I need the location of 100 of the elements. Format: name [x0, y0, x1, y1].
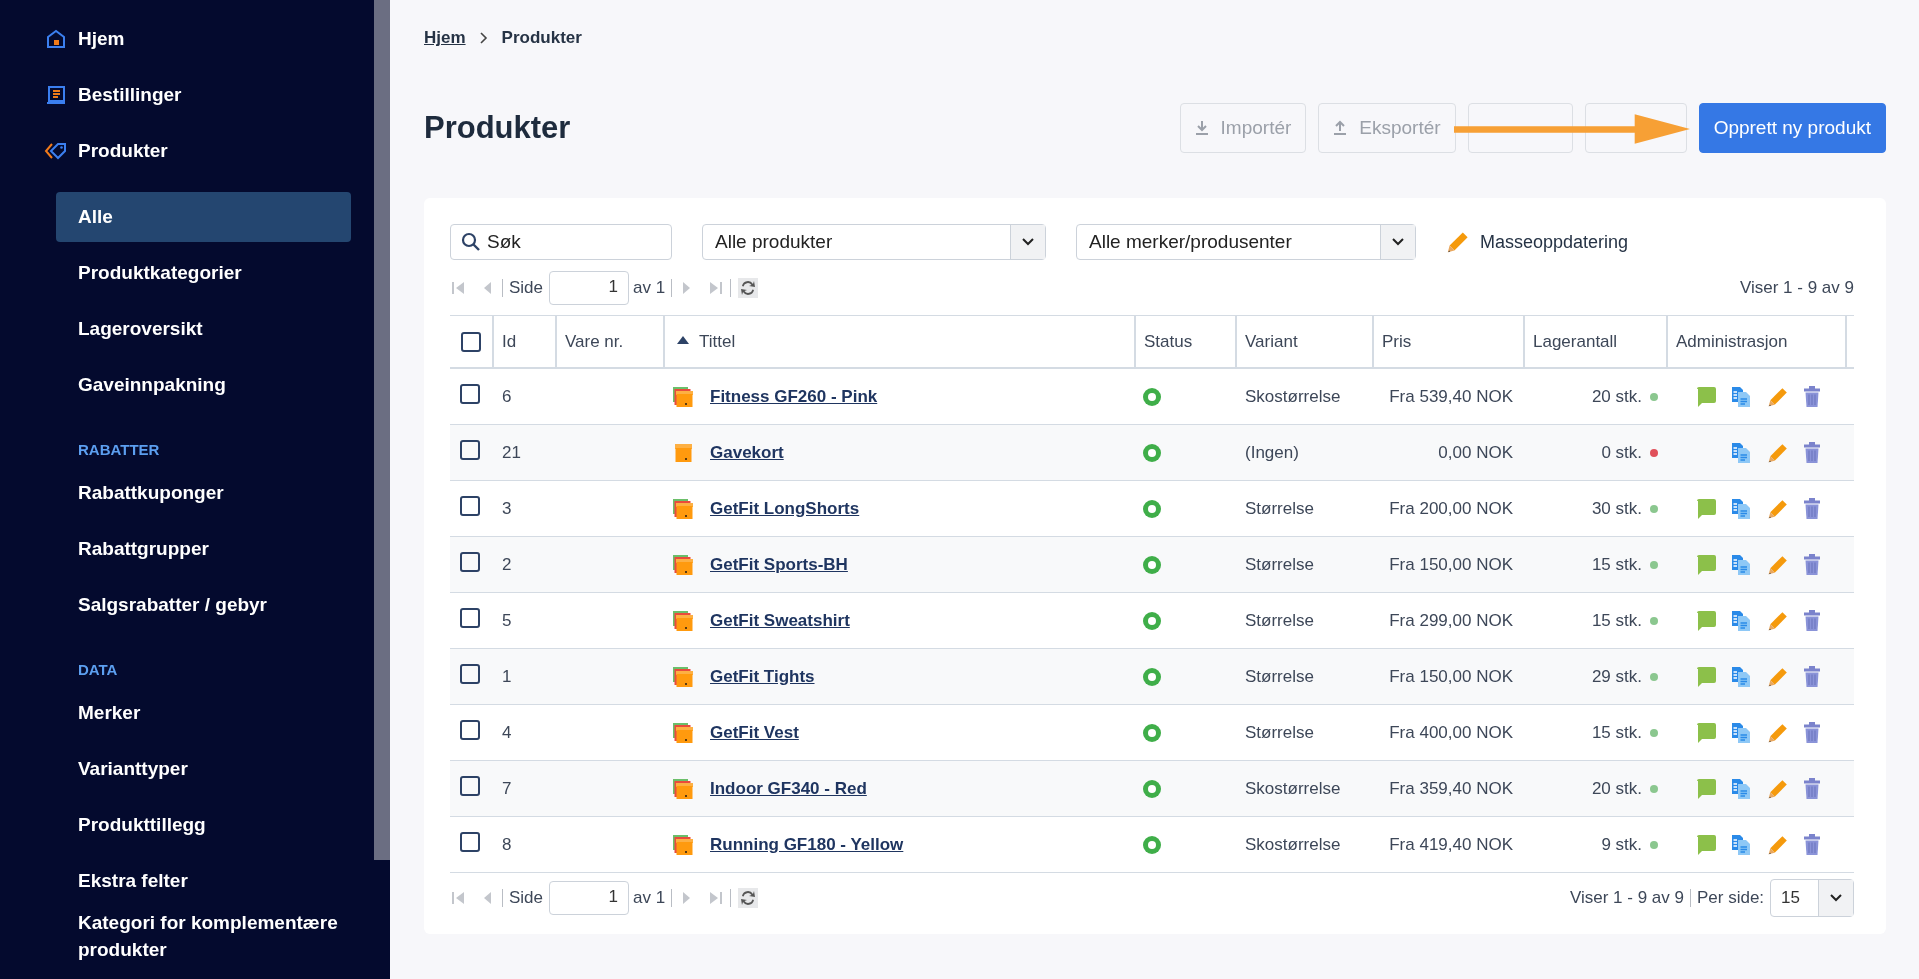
- comment-icon[interactable]: [1694, 721, 1717, 744]
- pencil-icon[interactable]: [1766, 665, 1789, 688]
- table-row[interactable]: 8 Running GF180 - Yellow Skostørrelse Fra 419,40 NOK 9 stk.: [450, 817, 1854, 873]
- trash-icon[interactable]: [1802, 777, 1821, 800]
- table-row[interactable]: 2 GetFit Sports-BH Størrelse Fra 150,00 NOK 15 stk.: [450, 537, 1854, 593]
- refresh-icon[interactable]: [737, 887, 760, 909]
- trash-icon[interactable]: [1802, 665, 1821, 688]
- comment-icon[interactable]: [1694, 665, 1717, 688]
- filter-dropdown[interactable]: Alle merker/produsenter: [1076, 224, 1416, 260]
- search-field[interactable]: Søk: [450, 224, 672, 260]
- product-link[interactable]: Running GF180 - Yellow: [710, 834, 904, 855]
- table-row[interactable]: 7 Indoor GF340 - Red Skostørrelse Fra 359,40 NOK 20 stk.: [450, 761, 1854, 817]
- pencil-icon[interactable]: [1766, 441, 1789, 464]
- checkbox[interactable]: [460, 608, 480, 628]
- column-header[interactable]: Pris: [1374, 316, 1525, 367]
- column-header[interactable]: Vare nr.: [557, 316, 665, 367]
- pencil-icon[interactable]: [1766, 777, 1789, 800]
- status-indicator[interactable]: [1142, 442, 1162, 463]
- checkbox[interactable]: [460, 832, 480, 852]
- nav-item[interactable]: Produkttillegg: [56, 797, 351, 853]
- nav-item[interactable]: Kategori for komplementære produkter: [56, 909, 351, 963]
- filter-dropdown[interactable]: Alle produkter: [702, 224, 1046, 260]
- last-page-icon[interactable]: [708, 280, 725, 296]
- nav-item[interactable]: Ekstra felter: [56, 853, 351, 909]
- pencil-icon[interactable]: [1766, 833, 1789, 856]
- trash-icon[interactable]: [1802, 609, 1821, 632]
- status-indicator[interactable]: [1142, 554, 1162, 575]
- copy-icon[interactable]: [1730, 609, 1753, 632]
- nav-item[interactable]: Produktkategorier: [56, 245, 351, 301]
- trash-icon[interactable]: [1802, 553, 1821, 576]
- page-field[interactable]: 1: [549, 881, 630, 915]
- nav-item[interactable]: Rabattkuponger: [56, 465, 351, 521]
- nav-item[interactable]: Bestillinger: [44, 67, 351, 123]
- page-field[interactable]: 1: [549, 271, 630, 305]
- create-product-button[interactable]: Opprett ny produkt: [1698, 103, 1886, 153]
- refresh-icon[interactable]: [737, 277, 760, 299]
- trash-icon[interactable]: [1802, 385, 1821, 408]
- checkbox[interactable]: [460, 496, 480, 516]
- column-header[interactable]: Variant: [1237, 316, 1374, 367]
- comment-icon[interactable]: [1694, 609, 1717, 632]
- product-link[interactable]: Indoor GF340 - Red: [710, 778, 867, 799]
- comment-icon[interactable]: [1694, 385, 1717, 408]
- checkbox[interactable]: [460, 552, 480, 572]
- nav-item[interactable]: Produkter: [44, 123, 351, 179]
- checkbox[interactable]: [460, 384, 480, 404]
- trash-icon[interactable]: [1802, 833, 1821, 856]
- column-header[interactable]: Tittel: [665, 316, 1136, 367]
- scrollbar[interactable]: [374, 0, 390, 860]
- comment-icon[interactable]: [1694, 833, 1717, 856]
- status-indicator[interactable]: [1142, 498, 1162, 519]
- copy-icon[interactable]: [1730, 497, 1753, 520]
- pencil-icon[interactable]: [1766, 553, 1789, 576]
- checkbox[interactable]: [460, 664, 480, 684]
- column-header[interactable]: Administrasjon: [1668, 316, 1847, 367]
- copy-icon[interactable]: [1730, 721, 1753, 744]
- copy-icon[interactable]: [1730, 833, 1753, 856]
- copy-icon[interactable]: [1730, 665, 1753, 688]
- first-page-icon[interactable]: [450, 890, 466, 906]
- status-indicator[interactable]: [1142, 834, 1162, 855]
- checkbox[interactable]: [461, 331, 481, 352]
- status-indicator[interactable]: [1142, 778, 1162, 799]
- product-link[interactable]: GetFit LongShorts: [710, 498, 860, 519]
- comment-icon[interactable]: [1694, 497, 1717, 520]
- trash-icon[interactable]: [1802, 497, 1821, 520]
- pencil-icon[interactable]: [1766, 609, 1789, 632]
- status-indicator[interactable]: [1142, 610, 1162, 631]
- product-link[interactable]: GetFit Tights: [710, 666, 815, 687]
- nav-item[interactable]: Hjem: [44, 11, 351, 67]
- pencil-icon[interactable]: [1766, 385, 1789, 408]
- checkbox[interactable]: [460, 440, 480, 460]
- copy-icon[interactable]: [1730, 441, 1753, 464]
- status-indicator[interactable]: [1142, 722, 1162, 743]
- column-header[interactable]: Id: [494, 316, 557, 367]
- pencil-icon[interactable]: [1766, 721, 1789, 744]
- nav-item[interactable]: Varianttyper: [56, 741, 351, 797]
- nav-item[interactable]: Alle: [56, 192, 351, 242]
- comment-icon[interactable]: [1694, 553, 1717, 576]
- checkbox[interactable]: [460, 720, 480, 740]
- status-indicator[interactable]: [1142, 386, 1162, 407]
- product-link[interactable]: GetFit Vest: [710, 722, 799, 743]
- last-page-icon[interactable]: [708, 890, 725, 906]
- bulk-update-link[interactable]: Masseoppdatering: [1480, 231, 1629, 253]
- product-link[interactable]: GetFit Sports-BH: [710, 554, 848, 575]
- nav-item[interactable]: Merker: [56, 685, 351, 741]
- copy-icon[interactable]: [1730, 553, 1753, 576]
- nav-item[interactable]: Salgsrabatter / gebyr: [56, 577, 351, 633]
- pencil-icon[interactable]: [1446, 230, 1470, 254]
- copy-icon[interactable]: [1730, 777, 1753, 800]
- table-row[interactable]: 1 GetFit Tights Størrelse Fra 150,00 NOK 29 stk.: [450, 649, 1854, 705]
- product-link[interactable]: GetFit Sweatshirt: [710, 610, 850, 631]
- product-link[interactable]: Gavekort: [710, 442, 784, 463]
- checkbox[interactable]: [460, 776, 480, 796]
- trash-icon[interactable]: [1802, 721, 1821, 744]
- trash-icon[interactable]: [1802, 441, 1821, 464]
- nav-item[interactable]: Lageroversikt: [56, 301, 351, 357]
- product-link[interactable]: Fitness GF260 - Pink: [710, 386, 878, 407]
- first-page-icon[interactable]: [450, 280, 466, 296]
- breadcrumb-link[interactable]: Hjem: [424, 28, 466, 48]
- nav-item[interactable]: Rabattgrupper: [56, 521, 351, 577]
- per-page-select[interactable]: 15: [1770, 879, 1854, 917]
